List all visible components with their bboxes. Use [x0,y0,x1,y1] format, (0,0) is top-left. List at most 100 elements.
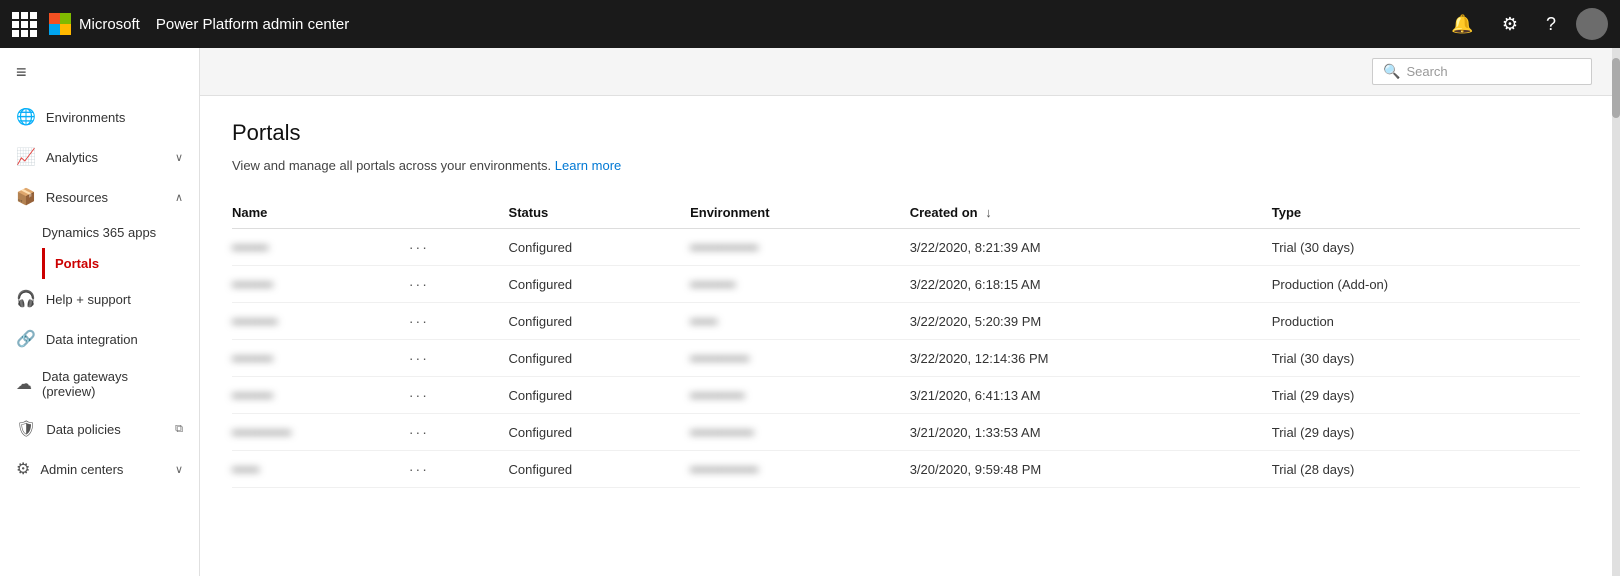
cell-ellipsis[interactable]: ··· [403,377,509,414]
admin-centers-chevron: ∨ [175,463,183,476]
ms-logo-yellow [60,24,71,35]
row-options-button[interactable]: ··· [403,274,435,294]
cell-created: 3/22/2020, 8:21:39 AM [910,229,1272,266]
environments-icon: 🌐 [16,107,36,127]
cell-ellipsis[interactable]: ··· [403,229,509,266]
col-ellipsis-header [403,197,509,229]
row-options-button[interactable]: ··· [403,459,435,479]
data-policies-external-icon: ⧉ [175,423,183,436]
cell-ellipsis[interactable]: ··· [403,414,509,451]
top-navigation: Microsoft Power Platform admin center 🔔 … [0,0,1620,48]
cell-status: Configured [509,340,691,377]
table-row: ••••••••••···Configured••••••3/22/2020, … [232,303,1580,340]
sidebar-item-help-support[interactable]: 🎧 Help + support [0,279,199,319]
cell-type: Trial (28 days) [1272,451,1580,488]
page-subtitle: View and manage all portals across your … [232,158,1580,173]
table-row: •••••••••···Configured••••••••••3/22/202… [232,266,1580,303]
right-scrollbar[interactable] [1612,48,1620,576]
ms-logo-blue [49,24,60,35]
notification-icon[interactable]: 🔔 [1443,14,1481,35]
main-layout: ≡ 🌐 Environments 📈 Analytics ∨ 📦 Resourc… [0,48,1620,576]
sidebar-hamburger[interactable]: ≡ [0,48,199,97]
ms-logo-green [60,13,71,24]
ms-logo-red [49,13,60,24]
col-name: Name [232,197,403,229]
admin-centers-icon: ⚙ [16,459,30,479]
cell-created: 3/21/2020, 6:41:13 AM [910,377,1272,414]
analytics-label: Analytics [46,150,165,165]
table-row: •••••••••••••··· Configured••••••••••••••… [232,414,1580,451]
cell-ellipsis[interactable]: ··· [403,451,509,488]
cell-type: Trial (30 days) [1272,229,1580,266]
content-topbar: 🔍 Search [200,48,1612,96]
sidebar-item-portals[interactable]: Portals [42,248,199,279]
analytics-chevron: ∨ [175,151,183,164]
waffle-menu[interactable] [12,12,37,37]
cell-name: ••••••••••••• [232,414,403,451]
table-header-row: Name Status Environment Created on ↓ Typ… [232,197,1580,229]
sidebar-item-resources[interactable]: 📦 Resources ∧ [0,177,199,217]
cell-status: Configured [509,229,691,266]
sidebar-item-admin-centers[interactable]: ⚙ Admin centers ∨ [0,449,199,489]
search-placeholder: Search [1406,64,1447,79]
resources-icon: 📦 [16,187,36,207]
row-options-button[interactable]: ··· [403,385,435,405]
settings-icon[interactable]: ⚙ [1494,14,1526,35]
environments-label: Environments [46,110,183,125]
user-avatar[interactable] [1576,8,1608,40]
cell-ellipsis[interactable]: ··· [403,266,509,303]
admin-centers-label: Admin centers [40,462,165,477]
cell-type: Trial (29 days) [1272,414,1580,451]
help-support-label: Help + support [46,292,183,307]
row-options-button[interactable]: ··· [403,237,435,257]
cell-name: ••••••••• [232,340,403,377]
help-support-icon: 🎧 [16,289,36,309]
search-box[interactable]: 🔍 Search [1372,58,1592,85]
learn-more-link[interactable]: Learn more [555,158,621,173]
cell-environment: •••••• [690,303,910,340]
sidebar-item-analytics[interactable]: 📈 Analytics ∨ [0,137,199,177]
sort-arrow-icon: ↓ [985,205,992,220]
sidebar-item-data-gateways[interactable]: ☁ Data gateways (preview) [0,359,199,409]
cell-environment: ••••••••••••• [690,340,910,377]
cell-status: Configured [509,377,691,414]
sidebar-item-dynamics365apps[interactable]: Dynamics 365 apps [42,217,199,248]
cell-status: Configured [509,303,691,340]
col-type: Type [1272,197,1580,229]
page-title: Portals [232,120,1580,146]
sidebar: ≡ 🌐 Environments 📈 Analytics ∨ 📦 Resourc… [0,48,200,576]
scrollbar-thumb[interactable] [1612,58,1620,118]
table-row: ••••••···Configured•••••••••••••••3/20/2… [232,451,1580,488]
table-row: ••••••••··· Configured•••••••••••••••3/22… [232,229,1580,266]
cell-created: 3/20/2020, 9:59:48 PM [910,451,1272,488]
cell-ellipsis[interactable]: ··· [403,340,509,377]
cell-name: •••••••• [232,229,403,266]
search-icon: 🔍 [1383,63,1400,80]
data-policies-label: Data policies [46,422,165,437]
sidebar-item-data-policies[interactable]: 🛡 Data policies ⧉ [0,409,199,449]
sidebar-item-environments[interactable]: 🌐 Environments [0,97,199,137]
content-area: 🔍 Search Portals View and manage all por… [200,48,1612,576]
data-gateways-icon: ☁ [16,374,32,394]
data-integration-icon: 🔗 [16,329,36,349]
data-integration-label: Data integration [46,332,183,347]
help-icon[interactable]: ? [1538,14,1564,35]
col-created-on[interactable]: Created on ↓ [910,197,1272,229]
resources-label: Resources [46,190,165,205]
sidebar-item-data-integration[interactable]: 🔗 Data integration [0,319,199,359]
row-options-button[interactable]: ··· [403,348,435,368]
cell-environment: •••••••••••••• [690,414,910,451]
cell-name: •••••• [232,451,403,488]
analytics-icon: 📈 [16,147,36,167]
cell-status: Configured [509,414,691,451]
cell-ellipsis[interactable]: ··· [403,303,509,340]
row-options-button[interactable]: ··· [403,422,435,442]
cell-type: Trial (30 days) [1272,340,1580,377]
row-options-button[interactable]: ··· [403,311,435,331]
data-policies-icon: 🛡 [16,419,36,439]
cell-name: ••••••••• [232,266,403,303]
col-status: Status [509,197,691,229]
cell-type: Production [1272,303,1580,340]
col-environment: Environment [690,197,910,229]
cell-environment: ••••••••••••••• [690,229,910,266]
